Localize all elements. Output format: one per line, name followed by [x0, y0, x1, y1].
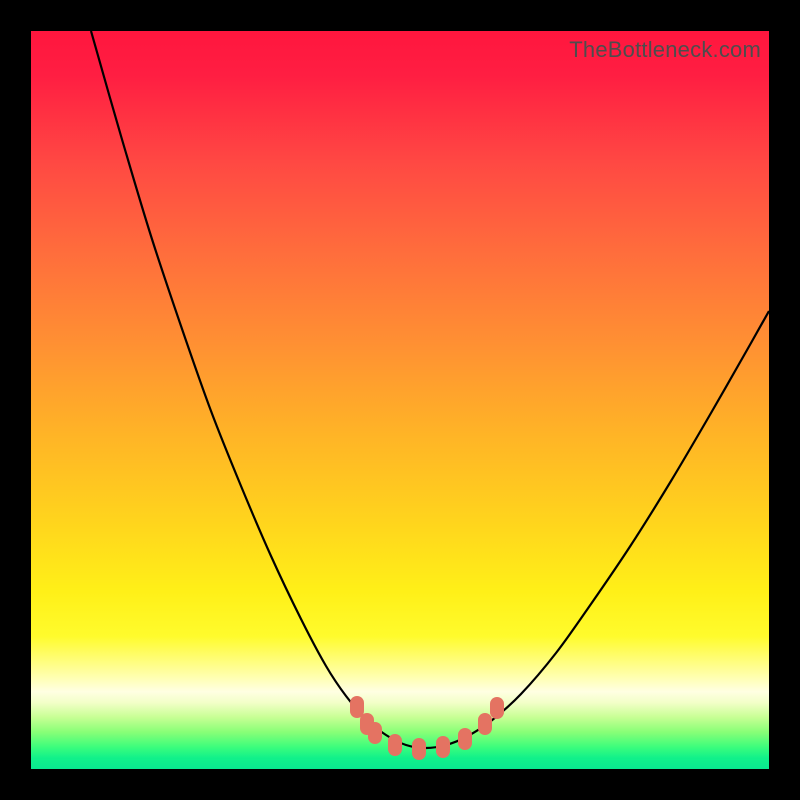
marker-dot	[350, 696, 364, 718]
marker-dot	[458, 728, 472, 750]
chart-frame: TheBottleneck.com	[0, 0, 800, 800]
plot-area: TheBottleneck.com	[31, 31, 769, 769]
marker-dot	[436, 736, 450, 758]
marker-dot	[412, 738, 426, 760]
marker-dot	[490, 697, 504, 719]
bottleneck-curve	[91, 31, 769, 748]
curve-layer	[31, 31, 769, 769]
marker-dot	[368, 722, 382, 744]
bottleneck-curve-path	[91, 31, 769, 748]
valley-markers	[350, 696, 504, 760]
marker-dot	[478, 713, 492, 735]
marker-dot	[388, 734, 402, 756]
